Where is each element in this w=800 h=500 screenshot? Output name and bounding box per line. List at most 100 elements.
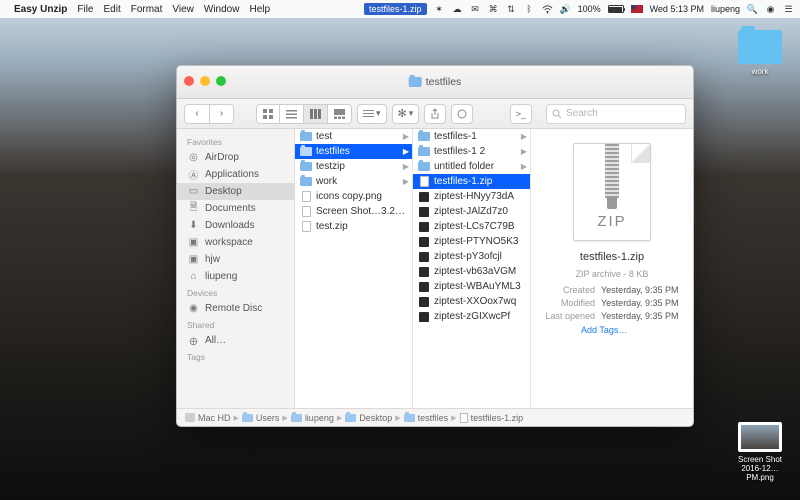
menubar-extra-icon[interactable]: ⌘ [488, 4, 499, 15]
preview-filename: testfiles-1.zip [580, 251, 644, 263]
zip-icon [460, 413, 468, 423]
menu-help[interactable]: Help [249, 4, 270, 15]
bluetooth-icon[interactable]: ᛒ [524, 4, 535, 15]
arrange-button[interactable]: ▾ [357, 104, 387, 124]
clock[interactable]: Wed 5:13 PM [650, 4, 704, 14]
menubar-right: testfiles-1.zip ✶ ☁ ✉ ⌘ ⇅ ᛒ 🔊 100% Wed 5… [364, 3, 794, 15]
add-tags-link[interactable]: Add Tags… [539, 325, 685, 335]
chevron-right-icon: ▶ [451, 414, 456, 422]
sidebar-item[interactable]: ⬇Downloads [177, 217, 294, 234]
column-row[interactable]: testfiles-1 2▶ [413, 144, 530, 159]
desktop-screenshot[interactable]: Screen Shot 2016-12…PM.png [734, 422, 786, 482]
sidebar-item-label: Documents [205, 203, 256, 214]
view-gallery-button[interactable] [328, 104, 352, 124]
spotlight-icon[interactable]: 🔍 [747, 4, 758, 15]
column-row[interactable]: testzip▶ [295, 159, 412, 174]
menu-view[interactable]: View [172, 4, 194, 15]
column-row[interactable]: ziptest-HNyy73dA [413, 189, 530, 204]
app-name[interactable]: Easy Unzip [14, 4, 67, 15]
view-icon-button[interactable] [256, 104, 280, 124]
row-label: ziptest-vb63aVGM [434, 266, 527, 277]
sidebar-item[interactable]: ▣hjw [177, 251, 294, 268]
menu-file[interactable]: File [77, 4, 93, 15]
nav-buttons: ‹ › [184, 104, 234, 124]
wifi-icon[interactable] [542, 4, 553, 15]
chevron-right-icon: ▶ [234, 414, 239, 422]
menubar-extra-icon[interactable]: ☁ [452, 4, 463, 15]
menubar-extra-icon[interactable]: ⇅ [506, 4, 517, 15]
menu-format[interactable]: Format [131, 4, 163, 15]
column-row[interactable]: test▶ [295, 129, 412, 144]
sidebar-item[interactable]: 🗎Documents [177, 200, 294, 217]
sidebar-item[interactable]: ◎AirDrop [177, 149, 294, 166]
menu-window[interactable]: Window [204, 4, 240, 15]
siri-icon[interactable]: ◉ [765, 4, 776, 15]
column-row[interactable]: testfiles▶ [295, 144, 412, 159]
column-row[interactable]: testfiles-1.zip [413, 174, 530, 189]
folder-icon [300, 177, 312, 187]
notification-center-icon[interactable]: ☰ [783, 4, 794, 15]
menubar-extra-icon[interactable]: ✶ [434, 4, 445, 15]
action-button[interactable]: ✻▾ [392, 104, 420, 124]
column-row[interactable]: ziptest-zGIXwcPf [413, 309, 530, 324]
finder-window: testfiles ‹ › ▾ ✻▾ >_ Search Favorites◎A… [176, 65, 694, 427]
zoom-button[interactable] [216, 76, 226, 86]
path-segment[interactable]: liupeng [305, 413, 334, 423]
apps-icon: Ⓐ [187, 169, 200, 181]
search-field[interactable]: Search [546, 104, 686, 124]
view-column-button[interactable] [304, 104, 328, 124]
desktop-icon-label: 2016-12…PM.png [734, 464, 786, 482]
folder-icon [738, 30, 782, 64]
back-button[interactable]: ‹ [184, 104, 209, 124]
menu-edit[interactable]: Edit [103, 4, 120, 15]
battery-icon[interactable] [608, 5, 624, 13]
path-segment[interactable]: Desktop [359, 413, 392, 423]
column-row[interactable]: ziptest-WBAuYML3 [413, 279, 530, 294]
path-segment[interactable]: testfiles-1.zip [471, 413, 524, 423]
menubar-extra-icon[interactable]: ✉ [470, 4, 481, 15]
share-button[interactable] [424, 104, 446, 124]
column-row[interactable]: ziptest-XXOox7wq [413, 294, 530, 309]
path-segment[interactable]: testfiles [418, 413, 449, 423]
terminal-button[interactable]: >_ [510, 104, 532, 124]
column-row[interactable]: icons copy.png [295, 189, 412, 204]
doc-icon [300, 222, 312, 232]
folder-icon [300, 132, 312, 142]
black-icon [418, 252, 430, 262]
view-list-button[interactable] [280, 104, 304, 124]
minimize-button[interactable] [200, 76, 210, 86]
volume-icon[interactable]: 🔊 [560, 4, 571, 15]
column-row[interactable]: ziptest-vb63aVGM [413, 264, 530, 279]
column-row[interactable]: untitled folder▶ [413, 159, 530, 174]
sidebar-item[interactable]: ⌂liupeng [177, 268, 294, 285]
path-segment[interactable]: Mac HD [198, 413, 231, 423]
notification-pill[interactable]: testfiles-1.zip [364, 3, 427, 15]
column-row[interactable]: ziptest-JAlZd7z0 [413, 204, 530, 219]
black-icon [418, 192, 430, 202]
sidebar-item[interactable]: ◉Remote Disc [177, 300, 294, 317]
meta-row: ModifiedYesterday, 9:35 PM [542, 297, 681, 310]
user-name[interactable]: liupeng [711, 4, 740, 14]
desktop-icon: ▭ [187, 186, 200, 198]
column-row[interactable]: Screen Shot…3.24 PM.png [295, 204, 412, 219]
sidebar-item[interactable]: 🜨All… [177, 332, 294, 349]
column-row[interactable]: ziptest-pY3ofcjl [413, 249, 530, 264]
column-row[interactable]: ziptest-LCs7C79B [413, 219, 530, 234]
forward-button[interactable]: › [209, 104, 234, 124]
path-segment[interactable]: Users [256, 413, 280, 423]
close-button[interactable] [184, 76, 194, 86]
sidebar-item[interactable]: ⒶApplications [177, 166, 294, 183]
column-row[interactable]: testfiles-1▶ [413, 129, 530, 144]
chevron-right-icon: ▶ [403, 162, 409, 171]
desktop-folder-work[interactable]: work [734, 30, 786, 76]
tags-button[interactable] [451, 104, 473, 124]
column-row[interactable]: ziptest-PTYNO5K3 [413, 234, 530, 249]
input-flag-icon[interactable] [631, 5, 643, 13]
doc-icon [300, 192, 312, 202]
column-row[interactable]: work▶ [295, 174, 412, 189]
sidebar-item[interactable]: ▭Desktop [177, 183, 294, 200]
titlebar[interactable]: testfiles [177, 66, 693, 99]
column-row[interactable]: test.zip [295, 219, 412, 234]
row-label: test.zip [316, 221, 409, 232]
sidebar-item[interactable]: ▣workspace [177, 234, 294, 251]
